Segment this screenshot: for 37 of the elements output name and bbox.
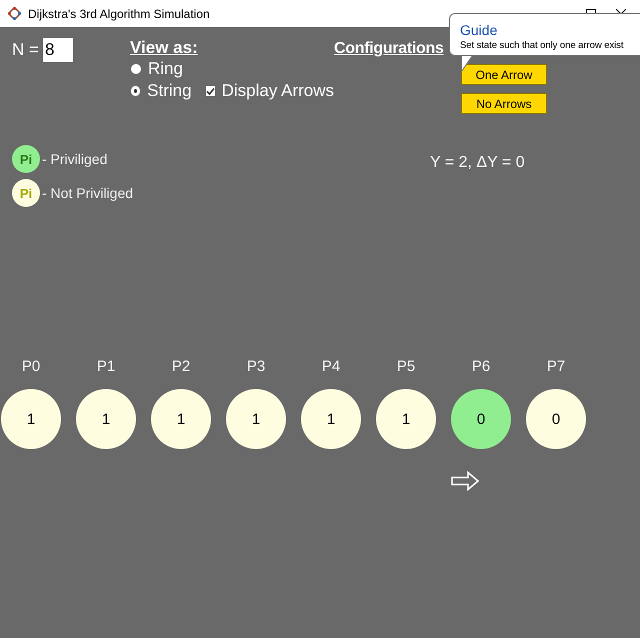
process-label: P0 (22, 357, 40, 377)
window-title: Dijkstra's 3rd Algorithm Simulation (28, 6, 211, 20)
process-node: 1 (1, 389, 61, 449)
view-as-heading: View as: (130, 38, 199, 58)
radio-button[interactable] (131, 64, 141, 74)
process-node: 0 (451, 389, 511, 449)
process-badge: Pi (12, 145, 40, 173)
radio-label: Ring (148, 59, 183, 79)
process-label: P6 (472, 357, 490, 377)
process-node: 1 (76, 389, 136, 449)
configuration-button[interactable]: One Arrow (461, 64, 547, 85)
process-badge: Pi (12, 179, 40, 207)
n-label: N = (12, 39, 39, 61)
radio-button[interactable] (131, 86, 140, 96)
app-icon (8, 7, 21, 20)
process-label: P3 (246, 357, 266, 377)
configurations-heading: Configurations (334, 39, 445, 59)
legend-label: - Not Priviliged (42, 185, 134, 201)
process-node: 0 (526, 389, 586, 449)
legend-label: - Priviliged (42, 151, 108, 167)
process-node: 1 (376, 389, 436, 449)
configuration-button[interactable]: No Arrows (461, 93, 547, 114)
process-label: P1 (96, 357, 116, 377)
process-node: 1 (301, 389, 361, 449)
checkbox[interactable] (206, 86, 215, 96)
process-node: 1 (226, 389, 286, 449)
process-label: P7 (546, 357, 566, 377)
status-text: Y = 2, ΔY = 0 (430, 154, 525, 173)
process-label: P5 (396, 357, 416, 377)
process-label: P4 (322, 357, 340, 377)
process-node: 1 (151, 389, 211, 449)
radio-label: String (147, 81, 192, 101)
checkbox-label: Display Arrows (222, 81, 334, 101)
tooltip-title: Guide (460, 22, 498, 38)
tooltip-text: Set state such that only one arrow exist (460, 40, 624, 51)
process-label: P2 (172, 357, 190, 377)
n-input-field[interactable]: 8 (42, 38, 73, 62)
